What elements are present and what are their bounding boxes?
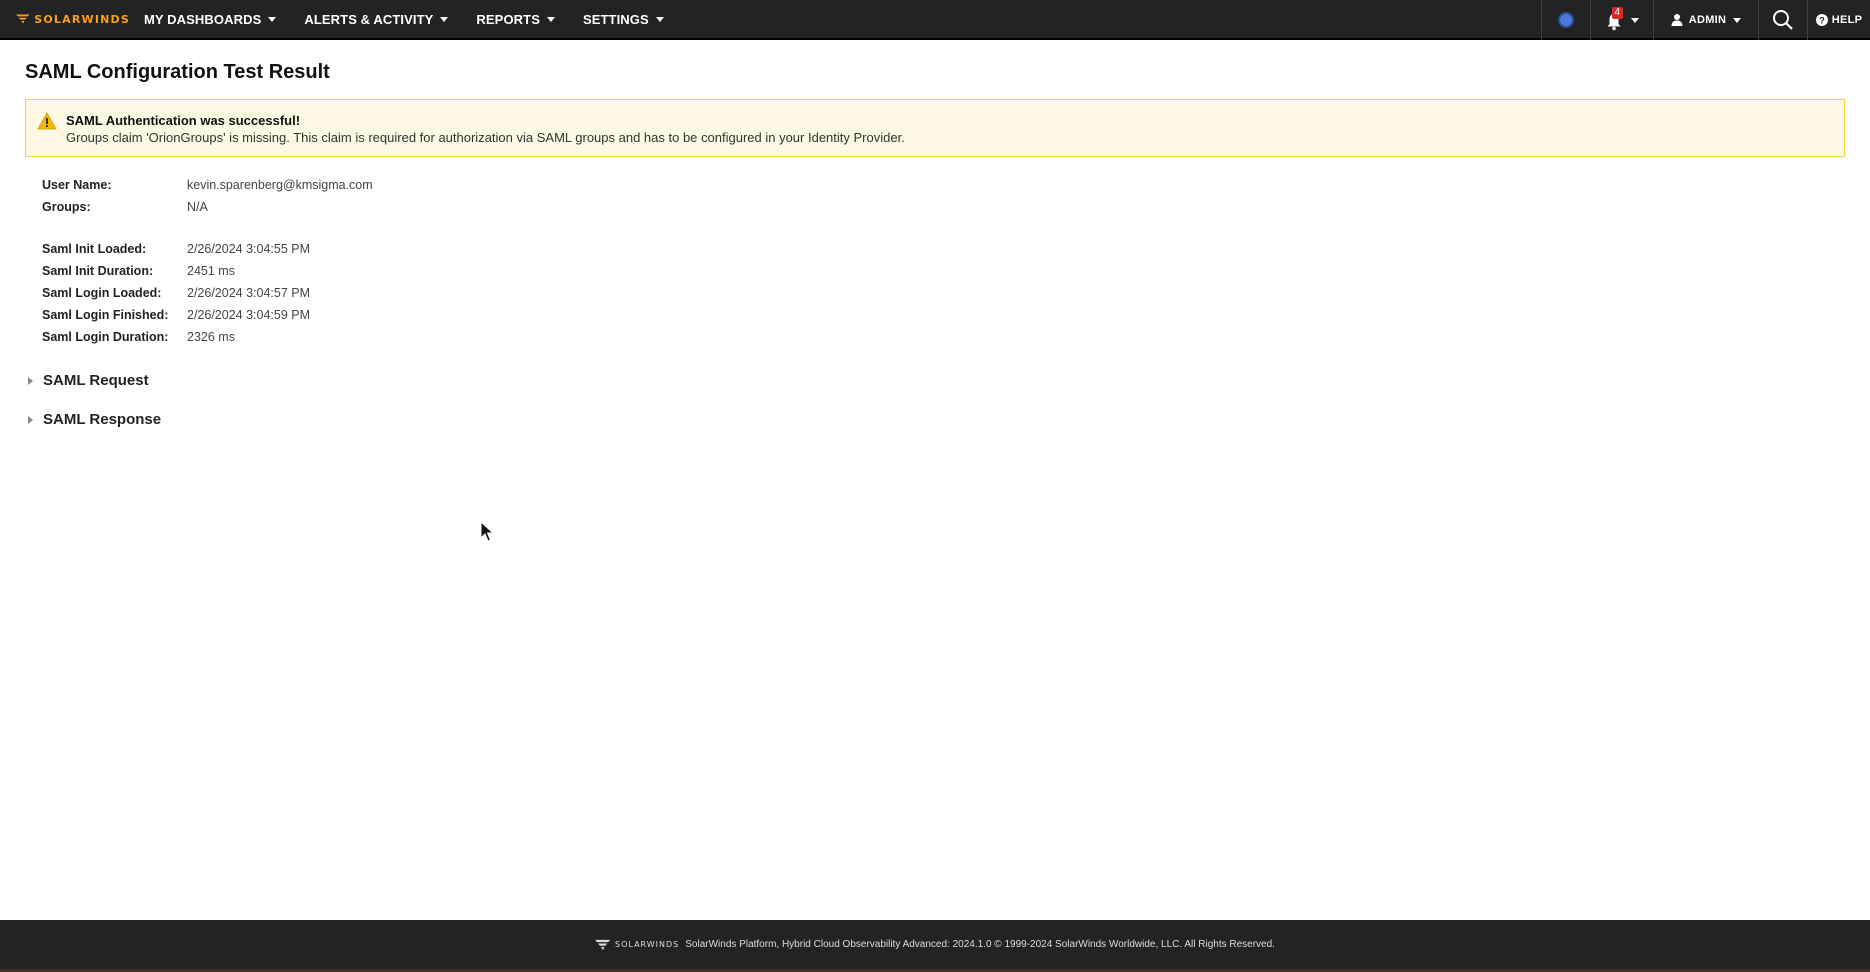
user-name-value: kevin.sparenberg@kmsigma.com [187, 178, 373, 192]
page-title: SAML Configuration Test Result [25, 61, 330, 83]
nav-alerts-activity-label: ALERTS & ACTIVITY [304, 11, 434, 27]
search-button[interactable] [1759, 0, 1807, 40]
nav-reports[interactable]: REPORTS [462, 0, 569, 39]
chevron-down-icon [440, 16, 449, 22]
saml-init-loaded-value: 2/26/2024 3:04:55 PM [187, 242, 311, 256]
chevron-down-icon [1733, 17, 1742, 23]
warning-alert-box: SAML Authentication was successful! Grou… [25, 99, 1845, 157]
notifications-button[interactable]: 4 [1591, 0, 1653, 40]
saml-init-loaded-label: Saml Init Loaded: [42, 242, 147, 256]
alert-title: SAML Authentication was successful! [66, 113, 301, 128]
mouse-cursor-icon [480, 521, 494, 542]
user-name-label: ADMIN [1688, 14, 1727, 26]
saml-login-loaded-label: Saml Login Loaded: [42, 286, 162, 300]
notification-count-badge: 4 [1611, 7, 1624, 19]
user-name-field-label: User Name: [42, 178, 112, 192]
nav-reports-label: REPORTS [476, 11, 540, 27]
bell-icon: 4 [1606, 7, 1624, 31]
nav-alerts-activity[interactable]: ALERTS & ACTIVITY [290, 0, 462, 39]
nav-my-dashboards-label: MY DASHBOARDS [144, 11, 262, 27]
saml-init-duration-value: 2451 ms [187, 264, 235, 278]
footer-copyright: SolarWinds Platform, Hybrid Cloud Observ… [685, 939, 1275, 950]
saml-login-loaded-value: 2/26/2024 3:04:57 PM [187, 286, 311, 300]
nav-settings[interactable]: SETTINGS [569, 0, 678, 39]
saml-init-duration-label: Saml Init Duration: [42, 264, 154, 278]
chevron-right-icon [28, 415, 33, 424]
saml-login-duration-label: Saml Login Duration: [42, 330, 169, 344]
alert-message: Groups claim 'OrionGroups' is missing. T… [66, 130, 905, 145]
solarwinds-logo[interactable]: SOLARWINDS [0, 0, 130, 39]
saml-request-toggle[interactable]: SAML Request [28, 372, 149, 389]
nav-right-group: 4 ADMIN ? HELP [1541, 0, 1870, 40]
saml-response-label: SAML Response [43, 411, 162, 428]
groups-value: N/A [187, 200, 208, 214]
solarwinds-logo-icon [16, 14, 30, 24]
saml-request-label: SAML Request [43, 372, 149, 389]
footer-logo: SOLARWINDS [595, 939, 679, 951]
help-label: HELP [1831, 14, 1863, 26]
help-circle-icon: ? [1815, 14, 1828, 26]
user-menu-button[interactable]: ADMIN [1654, 0, 1758, 40]
saml-login-finished-label: Saml Login Finished: [42, 308, 169, 322]
swirl-icon [1558, 12, 1574, 28]
saml-response-toggle[interactable]: SAML Response [28, 411, 161, 428]
orion-maps-button[interactable] [1542, 0, 1590, 40]
brand-name: SOLARWINDS [34, 12, 130, 26]
chevron-down-icon [546, 16, 555, 22]
saml-login-finished-value: 2/26/2024 3:04:59 PM [187, 308, 311, 322]
chevron-down-icon [268, 16, 277, 22]
warning-icon [37, 112, 57, 130]
chevron-down-icon [655, 16, 664, 22]
footer-brand-name: SOLARWINDS [615, 940, 680, 949]
footer: SOLARWINDS SolarWinds Platform, Hybrid C… [0, 920, 1870, 972]
top-navigation-bar: SOLARWINDS MY DASHBOARDS ALERTS & ACTIVI… [0, 0, 1870, 40]
search-icon [1773, 10, 1793, 30]
chevron-down-icon [1630, 17, 1639, 23]
nav-my-dashboards[interactable]: MY DASHBOARDS [130, 0, 290, 39]
user-icon [1671, 14, 1683, 26]
nav-settings-label: SETTINGS [582, 11, 649, 27]
groups-field-label: Groups: [42, 200, 91, 214]
help-button[interactable]: ? HELP [1808, 0, 1870, 40]
solarwinds-logo-icon [595, 939, 611, 950]
saml-login-duration-value: 2326 ms [187, 330, 235, 344]
svg-text:?: ? [1819, 16, 1825, 26]
chevron-right-icon [28, 376, 33, 385]
